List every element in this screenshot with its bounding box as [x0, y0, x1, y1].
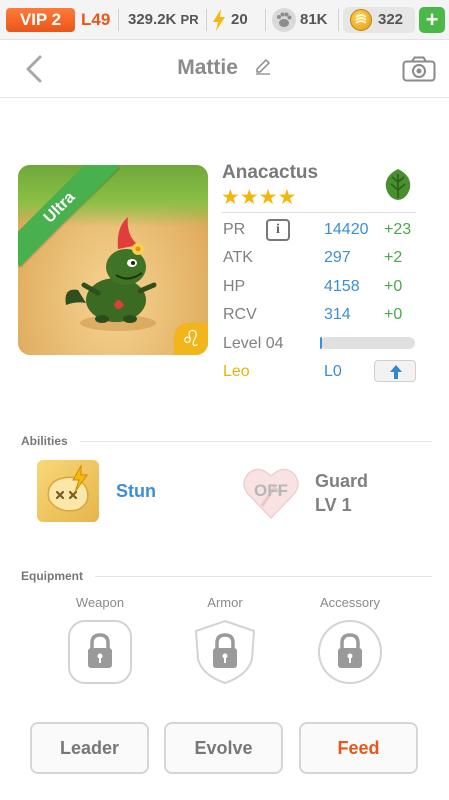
equipment-label-accessory: Accessory	[320, 595, 380, 610]
page-title: Mattie	[0, 56, 449, 80]
page-header: Mattie	[0, 40, 449, 98]
leo-zodiac-icon: ♌	[174, 323, 208, 355]
stat-increase-pr: +23	[384, 221, 412, 238]
energy-bolt-icon	[213, 9, 225, 31]
ability-name-stun[interactable]: Stun	[116, 481, 156, 502]
vip-badge[interactable]: VIP 2	[6, 8, 75, 32]
divider	[206, 9, 207, 31]
guard-off-status: OFF	[254, 481, 288, 500]
divider	[95, 576, 432, 577]
armor-slot-lock-icon[interactable]	[192, 619, 258, 685]
stat-value-pr: 14420	[324, 221, 369, 238]
accessory-slot-lock-icon[interactable]	[317, 619, 383, 685]
stat-label-hp: HP	[223, 278, 246, 295]
power-rating-unit: PR	[180, 12, 199, 27]
stat-label-pr: PR	[223, 221, 246, 238]
divider	[80, 441, 432, 442]
pet-species-name: Anacactus	[222, 162, 319, 183]
zodiac-upgrade-button[interactable]	[374, 360, 416, 382]
status-bar: VIP 2 L49 329.2K PR 20 81K 322 +	[0, 0, 449, 40]
anacactus-illustration	[65, 217, 157, 331]
abilities-section-title: Abilities	[21, 434, 68, 448]
evolve-button[interactable]: Evolve	[164, 722, 283, 774]
leader-button[interactable]: Leader	[30, 722, 149, 774]
star-rating: ★★★★	[221, 186, 297, 209]
ability-level-guard: LV 1	[315, 495, 352, 515]
stat-increase-rcv: +0	[384, 306, 403, 323]
equipment-section-title: Equipment	[21, 569, 83, 583]
stat-label-rcv: RCV	[223, 306, 257, 323]
coin-count: 322	[378, 11, 404, 28]
feed-button[interactable]: Feed	[299, 722, 418, 774]
coin-icon	[350, 9, 372, 31]
stat-value-hp: 4158	[324, 278, 360, 295]
arrow-up-icon	[390, 365, 402, 379]
pet-portrait[interactable]: Ultra ♌	[18, 165, 208, 355]
zodiac-label: Leo	[223, 363, 250, 380]
ability-name-guard[interactable]: Guard	[315, 471, 368, 492]
player-level: L49	[81, 10, 111, 29]
divider	[338, 9, 339, 31]
paw-count: 81K	[300, 11, 328, 28]
stat-label-atk: ATK	[223, 249, 253, 266]
equipment-label-weapon: Weapon	[75, 595, 125, 610]
equipment-label-armor: Armor	[207, 595, 243, 610]
xp-progress-fill	[320, 337, 322, 349]
energy-count: 20	[231, 11, 248, 28]
zodiac-level: L0	[324, 363, 342, 380]
divider	[265, 9, 266, 31]
stat-value-rcv: 314	[324, 306, 351, 323]
stat-increase-hp: +0	[384, 278, 403, 295]
power-rating-value: 329.2K	[128, 11, 177, 28]
divider	[118, 9, 119, 31]
xp-progress-bar	[320, 337, 415, 349]
paw-icon	[272, 8, 296, 32]
camera-icon[interactable]	[402, 56, 436, 82]
level-label: Level 04	[223, 335, 284, 352]
divider	[222, 212, 416, 213]
power-rating: 329.2K PR	[128, 8, 199, 32]
info-icon[interactable]: i	[266, 219, 290, 241]
stat-value-atk: 297	[324, 249, 351, 266]
leaf-element-icon	[380, 166, 416, 202]
pet-nickname: Mattie	[177, 56, 238, 79]
weapon-slot-lock-icon[interactable]	[67, 619, 133, 685]
stun-ability-icon[interactable]	[37, 460, 99, 522]
edit-pencil-icon[interactable]	[254, 57, 272, 75]
stat-increase-atk: +2	[384, 249, 403, 266]
add-coins-button[interactable]: +	[419, 7, 445, 33]
